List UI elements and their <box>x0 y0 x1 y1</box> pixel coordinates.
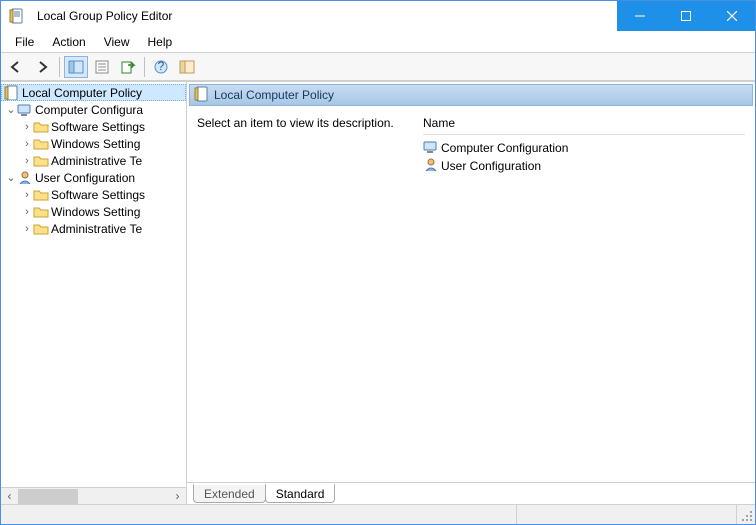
computer-icon <box>17 102 33 118</box>
tree-computer-config[interactable]: ⌄ Computer Configura <box>1 101 186 118</box>
detail-title: Local Computer Policy <box>214 88 334 102</box>
chevron-right-icon[interactable]: › <box>21 121 33 133</box>
menu-file[interactable]: File <box>7 33 42 51</box>
tree-software-settings[interactable]: › Software Settings <box>1 186 186 203</box>
title-bar-left: Local Group Policy Editor <box>1 1 617 31</box>
chevron-right-icon[interactable]: › <box>21 155 33 167</box>
chevron-right-icon[interactable]: › <box>21 223 33 235</box>
status-bar <box>1 504 755 524</box>
filter-button[interactable] <box>175 56 199 78</box>
tree-label: Software Settings <box>51 188 145 202</box>
export-button[interactable] <box>116 56 140 78</box>
tree-windows-settings[interactable]: › Windows Setting <box>1 135 186 152</box>
tree-admin-templates[interactable]: › Administrative Te <box>1 220 186 237</box>
close-button[interactable] <box>709 1 755 31</box>
folder-icon <box>33 204 49 220</box>
view-tabs: Extended Standard <box>187 482 755 504</box>
policy-tree[interactable]: Local Computer Policy ⌄ Computer Configu… <box>1 82 186 487</box>
tree-label: Administrative Te <box>51 154 142 168</box>
show-tree-button[interactable] <box>64 56 88 78</box>
menu-view[interactable]: View <box>96 33 138 51</box>
help-button[interactable]: ? <box>149 56 173 78</box>
back-button[interactable] <box>5 56 29 78</box>
tree-windows-settings[interactable]: › Windows Setting <box>1 203 186 220</box>
toolbar: ? <box>1 53 755 81</box>
chevron-right-icon[interactable]: › <box>21 189 33 201</box>
forward-button[interactable] <box>31 56 55 78</box>
tab-standard[interactable]: Standard <box>265 484 336 503</box>
tree-label: Windows Setting <box>51 205 140 219</box>
tree-pane: Local Computer Policy ⌄ Computer Configu… <box>1 82 187 504</box>
tree-label: User Configuration <box>35 171 135 185</box>
list-item-label: User Configuration <box>441 159 541 173</box>
chevron-right-icon[interactable]: › <box>21 138 33 150</box>
tab-extended[interactable]: Extended <box>193 484 266 503</box>
scroll-left-button[interactable]: ‹ <box>1 489 18 504</box>
detail-list: Name Computer Configuration User Configu… <box>423 116 745 474</box>
tree-label: Administrative Te <box>51 222 142 236</box>
chevron-down-icon[interactable]: ⌄ <box>5 103 17 116</box>
properties-button[interactable] <box>90 56 114 78</box>
detail-body: Select an item to view its description. … <box>187 108 755 482</box>
status-cell <box>517 505 737 524</box>
tree-software-settings[interactable]: › Software Settings <box>1 118 186 135</box>
status-cell <box>1 505 517 524</box>
app-icon <box>9 8 25 24</box>
list-item-user-config[interactable]: User Configuration <box>423 157 745 175</box>
user-icon <box>17 170 33 186</box>
resize-grip[interactable] <box>737 505 755 524</box>
chevron-down-icon[interactable]: ⌄ <box>5 171 17 184</box>
list-item-computer-config[interactable]: Computer Configuration <box>423 139 745 157</box>
window-title: Local Group Policy Editor <box>37 9 172 23</box>
user-icon <box>423 157 439 176</box>
detail-header: Local Computer Policy <box>189 84 753 106</box>
tree-root[interactable]: Local Computer Policy <box>1 84 186 101</box>
detail-pane: Local Computer Policy Select an item to … <box>187 82 755 504</box>
window-controls <box>617 1 755 31</box>
toolbar-separator <box>59 57 60 77</box>
folder-icon <box>33 153 49 169</box>
policy-icon <box>194 86 210 105</box>
folder-icon <box>33 187 49 203</box>
svg-text:?: ? <box>158 60 165 73</box>
menu-bar: File Action View Help <box>1 31 755 53</box>
computer-icon <box>423 139 439 158</box>
content-area: Local Computer Policy ⌄ Computer Configu… <box>1 81 755 504</box>
title-bar: Local Group Policy Editor <box>1 1 755 31</box>
folder-icon <box>33 136 49 152</box>
scrollbar-thumb[interactable] <box>18 489 78 504</box>
column-header-name[interactable]: Name <box>423 116 745 135</box>
folder-icon <box>33 221 49 237</box>
list-item-label: Computer Configuration <box>441 141 568 155</box>
scrollbar-track[interactable] <box>18 489 169 504</box>
minimize-button[interactable] <box>617 1 663 31</box>
tree-label: Computer Configura <box>35 103 143 117</box>
description-text: Select an item to view its description. <box>197 116 407 474</box>
tree-user-config[interactable]: ⌄ User Configuration <box>1 169 186 186</box>
menu-help[interactable]: Help <box>140 33 181 51</box>
app-window: Local Group Policy Editor File Action Vi… <box>0 0 756 525</box>
tree-label: Windows Setting <box>51 137 140 151</box>
policy-icon <box>4 85 20 101</box>
folder-icon <box>33 119 49 135</box>
chevron-right-icon[interactable]: › <box>21 206 33 218</box>
horizontal-scrollbar[interactable]: ‹ › <box>1 487 186 504</box>
tree-label: Software Settings <box>51 120 145 134</box>
tree-admin-templates[interactable]: › Administrative Te <box>1 152 186 169</box>
tree-root-label: Local Computer Policy <box>22 86 142 100</box>
menu-action[interactable]: Action <box>44 33 93 51</box>
maximize-button[interactable] <box>663 1 709 31</box>
scroll-right-button[interactable]: › <box>169 489 186 504</box>
toolbar-separator <box>144 57 145 77</box>
